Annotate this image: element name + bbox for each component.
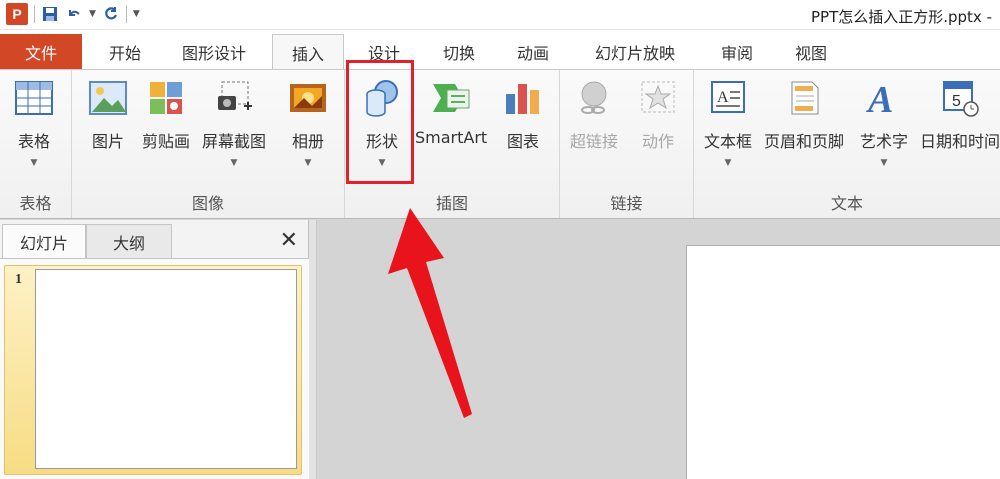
group-tables: 表格 ▼ 表格 xyxy=(0,70,72,218)
action-button-label: 动作 xyxy=(641,132,674,151)
clipart-button-label: 剪贴画 xyxy=(142,132,191,151)
undo-icon[interactable] xyxy=(65,5,83,23)
slide-thumbnail-item[interactable]: 1 xyxy=(4,265,302,475)
chevron-down-icon: ▼ xyxy=(724,158,732,168)
picture-button-label: 图片 xyxy=(91,132,124,151)
textbox-icon: A xyxy=(708,78,748,118)
annotation-arrow xyxy=(388,208,472,418)
slide-thumbnail[interactable] xyxy=(35,269,297,469)
slides-list: 1 xyxy=(0,258,309,479)
group-label-images: 图像 xyxy=(191,194,224,213)
svg-text:A: A xyxy=(866,79,893,118)
table-button[interactable]: 表格 ▼ xyxy=(14,78,54,168)
tab-graphic-design[interactable]: 图形设计 xyxy=(166,34,262,70)
save-icon[interactable] xyxy=(41,5,59,23)
picture-button[interactable]: 图片 xyxy=(88,78,128,152)
main-slide[interactable] xyxy=(686,245,1000,479)
tab-outline[interactable]: 大纲 xyxy=(86,224,172,258)
tab-insert[interactable]: 插入 xyxy=(272,34,344,70)
wordart-button[interactable]: A 艺术字 ▼ xyxy=(860,78,908,168)
album-button[interactable]: 相册 ▼ xyxy=(288,78,328,168)
chart-button[interactable]: 图表 xyxy=(503,78,543,152)
tab-transitions[interactable]: 切换 xyxy=(428,34,490,70)
hyperlink-button[interactable]: 超链接 xyxy=(570,78,618,152)
chart-button-label: 图表 xyxy=(506,132,539,151)
chevron-down-icon: ▼ xyxy=(30,158,38,168)
action-button[interactable]: 动作 xyxy=(638,78,678,152)
group-label-tables: 表格 xyxy=(19,194,52,213)
table-icon xyxy=(14,78,54,118)
picture-icon xyxy=(88,78,128,118)
tab-file[interactable]: 文件 xyxy=(0,34,82,70)
clipart-icon xyxy=(146,78,186,118)
ribbon: 表格 ▼ 表格 图片 剪贴画 屏幕截图 ▼ 相册 ▼ 图像 形状 ▼ Smart… xyxy=(0,69,1000,219)
hyperlink-button-label: 超链接 xyxy=(570,132,619,151)
slide-number: 1 xyxy=(15,272,22,287)
close-icon[interactable]: ✕ xyxy=(280,228,298,253)
powerpoint-app-icon[interactable]: P xyxy=(6,3,28,25)
customize-qat-icon[interactable]: ▼ xyxy=(133,9,140,19)
photo-album-icon xyxy=(288,78,328,118)
header-footer-button[interactable]: 页眉和页脚 xyxy=(764,78,844,152)
tab-slideshow[interactable]: 幻灯片放映 xyxy=(578,34,692,70)
screenshot-button[interactable]: 屏幕截图 ▼ xyxy=(202,78,266,168)
tab-review[interactable]: 审阅 xyxy=(704,34,770,70)
wordart-button-label: 艺术字 xyxy=(860,132,909,151)
header-footer-button-label: 页眉和页脚 xyxy=(764,132,845,151)
tab-animations[interactable]: 动画 xyxy=(500,34,566,70)
smartart-icon xyxy=(431,78,471,118)
tab-home[interactable]: 开始 xyxy=(92,34,158,70)
textbox-button-label: 文本框 xyxy=(704,132,753,151)
chevron-down-icon: ▼ xyxy=(230,158,238,168)
calendar-clock-icon: 5 xyxy=(940,78,980,118)
window-title: PPT怎么插入正方形.pptx - xyxy=(810,8,992,26)
svg-text:5: 5 xyxy=(952,93,961,110)
svg-text:A: A xyxy=(717,89,729,106)
ribbon-tab-row: 文件 开始 图形设计 插入 设计 切换 动画 幻灯片放映 审阅 视图 xyxy=(0,30,1000,70)
globe-link-icon xyxy=(574,78,614,118)
screenshot-button-label: 屏幕截图 xyxy=(202,132,267,151)
bar-chart-icon xyxy=(503,78,543,118)
clipart-button[interactable]: 剪贴画 xyxy=(142,78,190,152)
qat-separator xyxy=(34,5,35,23)
smartart-button-label: SmartArt xyxy=(415,128,488,147)
undo-dropdown-icon[interactable]: ▼ xyxy=(89,9,96,19)
tab-view[interactable]: 视图 xyxy=(778,34,844,70)
group-label-links: 链接 xyxy=(610,194,643,213)
slides-panel: 幻灯片 大纲 ✕ 1 xyxy=(0,220,309,479)
shapes-highlight-box xyxy=(346,60,414,184)
redo-icon[interactable] xyxy=(102,5,120,23)
group-text: A 文本框 ▼ 页眉和页脚 A 艺术字 ▼ 5 日期和时间 文本 xyxy=(694,70,1000,218)
group-images: 图片 剪贴画 屏幕截图 ▼ 相册 ▼ 图像 xyxy=(72,70,345,218)
album-button-label: 相册 xyxy=(291,132,324,151)
title-bar: P ▼ ▼ PPT怎么插入正方形.pptx - xyxy=(0,0,1000,30)
table-button-label: 表格 xyxy=(17,132,50,151)
qat-separator xyxy=(125,5,127,23)
wordart-icon: A xyxy=(864,78,904,118)
group-links: 超链接 动作 链接 xyxy=(560,70,694,218)
tab-slides[interactable]: 幻灯片 xyxy=(2,224,86,258)
panel-splitter[interactable] xyxy=(309,220,317,479)
datetime-button[interactable]: 5 日期和时间 xyxy=(920,78,1000,152)
quick-access-toolbar: P ▼ ▼ xyxy=(6,3,140,25)
datetime-button-label: 日期和时间 xyxy=(920,132,1000,151)
action-star-icon xyxy=(638,78,678,118)
screenshot-icon xyxy=(214,78,254,118)
chevron-down-icon: ▼ xyxy=(304,158,312,168)
smartart-button[interactable]: SmartArt xyxy=(415,78,487,147)
chevron-down-icon: ▼ xyxy=(880,158,888,168)
header-footer-icon xyxy=(784,78,824,118)
group-label-text: 文本 xyxy=(830,194,863,213)
textbox-button[interactable]: A 文本框 ▼ xyxy=(704,78,752,168)
